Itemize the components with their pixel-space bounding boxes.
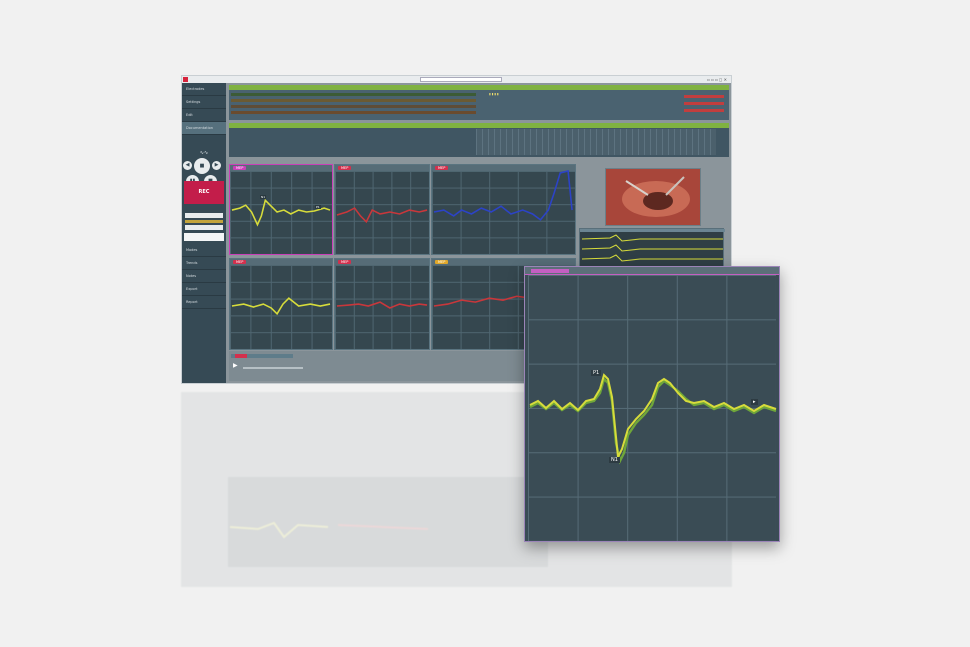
signal-trace <box>231 297 331 316</box>
signal-panel[interactable]: MEP <box>334 258 430 350</box>
panel-tag: MEP <box>435 166 449 170</box>
window-controls[interactable]: ▫ ▫ ▫ ◻ ✕ <box>707 76 727 83</box>
trend-header <box>229 85 729 90</box>
trend-row <box>231 93 476 96</box>
peak-marker-label: P1 <box>591 370 602 376</box>
range-field[interactable] <box>185 225 223 230</box>
trend-row <box>231 105 476 108</box>
zoom-panel-header <box>525 267 779 275</box>
level-indicator <box>185 220 223 223</box>
mini-trace-panel <box>579 228 725 268</box>
panel-tag: MEP <box>338 260 352 264</box>
waveform-icon: ∿∿ <box>199 150 209 156</box>
product-screenshot-stage: ▫ ▫ ▫ ◻ ✕ Electrodes Settings Edit Docum… <box>0 0 970 647</box>
sidebar-item-modes[interactable]: Modes <box>182 244 226 257</box>
signal-trace <box>433 170 573 221</box>
free-run-trace-area <box>476 129 716 155</box>
previous-button[interactable]: ◀ <box>183 161 192 170</box>
mode-selector[interactable] <box>184 233 224 241</box>
play-button[interactable]: ■ <box>194 158 210 174</box>
zoomed-signal-panel[interactable]: P1 N1 ▸ <box>524 266 780 542</box>
sidebar-item-edit[interactable]: Edit <box>182 109 226 122</box>
sidebar-item-export[interactable]: Export <box>182 283 226 296</box>
free-run-header <box>229 123 729 128</box>
free-run-strip <box>229 123 729 157</box>
panel-tag: MEP <box>338 166 352 170</box>
sidebar-item-electrodes[interactable]: Electrodes <box>182 83 226 96</box>
signal-trace <box>336 301 428 309</box>
timeline-track[interactable] <box>243 367 303 369</box>
signal-panel[interactable]: MEP <box>431 164 576 255</box>
trend-row <box>684 95 724 98</box>
panel-tag: MEP <box>233 166 247 170</box>
video-frame <box>606 169 700 225</box>
next-button[interactable]: ▶ <box>212 161 221 170</box>
reflection-traces <box>229 521 429 539</box>
signal-trace <box>231 198 331 227</box>
signal-trace <box>336 207 428 224</box>
panel-tag: MEP <box>435 260 449 264</box>
surgical-video-feed <box>605 168 701 226</box>
marker-label: N1 <box>260 195 267 199</box>
zoom-signal-trace <box>529 373 777 465</box>
signal-panel[interactable]: MEP <box>229 258 333 350</box>
end-marker-label: ▸ <box>751 399 758 405</box>
record-button[interactable]: REC <box>184 181 224 204</box>
search-input[interactable] <box>420 77 502 82</box>
zoom-panel-tag <box>531 269 569 273</box>
mini-traces <box>581 234 723 262</box>
sidebar-item-settings[interactable]: Settings <box>182 96 226 109</box>
trend-row <box>684 109 724 112</box>
marker-label: P1 <box>315 205 321 209</box>
trend-strip-top: ▮ ▮ ▮ ▮ <box>229 85 729 120</box>
sidebar-item-notes[interactable]: Notes <box>182 270 226 283</box>
panel-tag: MEP <box>233 260 247 264</box>
signal-panel[interactable]: MEP <box>334 164 430 255</box>
trend-row <box>231 99 476 102</box>
play-icon[interactable]: ▶ <box>233 362 241 370</box>
sidebar-item-report[interactable]: Report <box>182 296 226 309</box>
trend-markers: ▮ ▮ ▮ ▮ <box>489 92 499 96</box>
sidebar-item-documentation[interactable]: Documentation <box>182 122 226 135</box>
title-bar: ▫ ▫ ▫ ◻ ✕ <box>182 76 731 83</box>
sidebar-lower: Modes Trends Notes Export Report <box>182 211 226 309</box>
app-logo-icon <box>183 77 188 82</box>
timeline-tab-active[interactable] <box>235 354 247 358</box>
filter-field[interactable] <box>185 213 223 218</box>
signal-panel[interactable]: MEP N1 P1 <box>229 164 333 255</box>
trend-row <box>684 102 724 105</box>
trough-marker-label: N1 <box>609 457 620 463</box>
trend-row <box>231 111 476 114</box>
sidebar-item-trends[interactable]: Trends <box>182 257 226 270</box>
